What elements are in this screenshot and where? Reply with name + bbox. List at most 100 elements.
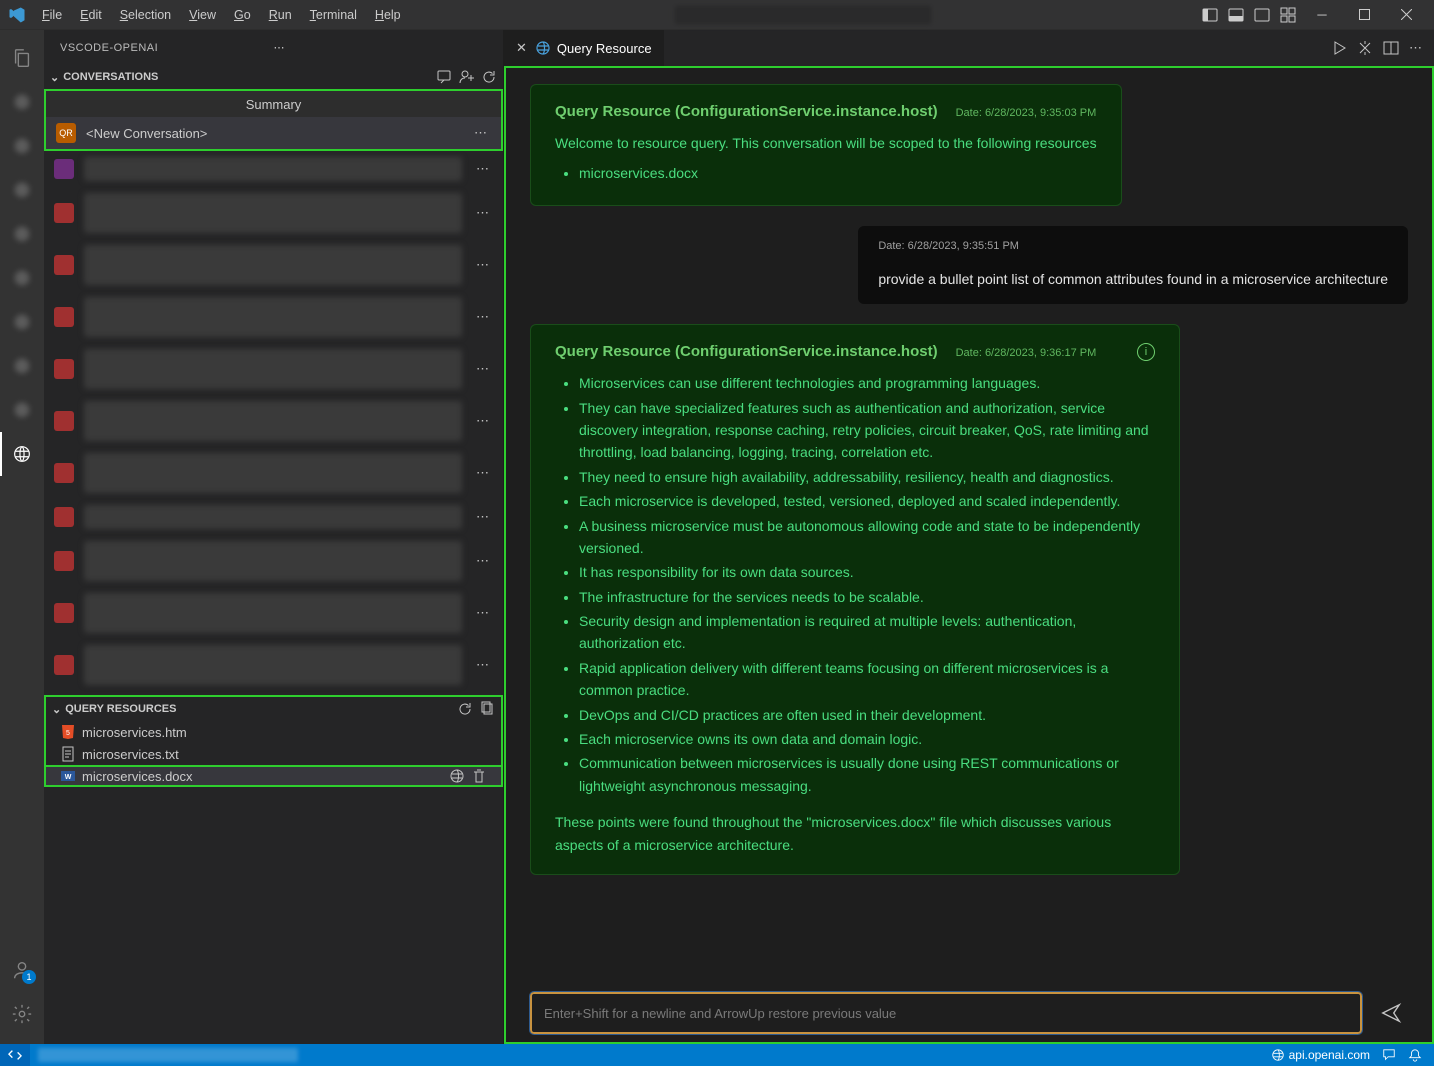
activity-openai[interactable]: [0, 432, 44, 476]
chat-panel: Query Resource (ConfigurationService.ins…: [504, 66, 1434, 1044]
split-editor-icon[interactable]: [1383, 40, 1399, 56]
sidebar-title: VSCODE-OPENAI: [60, 42, 274, 54]
conversation-more-button[interactable]: ⋯: [472, 361, 493, 377]
window-minimize-button[interactable]: ─: [1302, 0, 1342, 30]
command-center[interactable]: [673, 4, 933, 26]
menu-help[interactable]: Help: [367, 4, 409, 26]
conversation-item[interactable]: ⋯: [44, 343, 503, 395]
new-persona-icon[interactable]: [459, 69, 475, 85]
window-maximize-button[interactable]: [1344, 0, 1384, 30]
message-user: Date: 6/28/2023, 9:35:51 PM provide a bu…: [858, 226, 1408, 304]
menu-view[interactable]: View: [181, 4, 224, 26]
menu-selection[interactable]: Selection: [112, 4, 179, 26]
section-resources-header[interactable]: ⌄ QUERY RESOURCES: [46, 697, 501, 721]
activity-blurred-7[interactable]: [0, 344, 44, 388]
menu-edit[interactable]: Edit: [72, 4, 110, 26]
activity-accounts[interactable]: 1: [0, 948, 44, 992]
conversation-more-button[interactable]: ⋯: [472, 509, 493, 525]
send-button[interactable]: [1374, 996, 1408, 1030]
refresh-icon[interactable]: [457, 701, 473, 717]
accounts-badge: 1: [22, 970, 36, 984]
activity-blurred-2[interactable]: [0, 124, 44, 168]
chevron-down-icon: ⌄: [52, 703, 61, 716]
layout-panel-icon[interactable]: [1226, 5, 1246, 25]
conversation-new[interactable]: QR <New Conversation> ⋯: [46, 117, 501, 149]
openai-action-icon[interactable]: [449, 768, 465, 784]
openai-tab-icon: [535, 40, 551, 56]
conversation-item[interactable]: ⋯: [44, 587, 503, 639]
menu-go[interactable]: Go: [226, 4, 259, 26]
activity-blurred-6[interactable]: [0, 300, 44, 344]
activity-settings[interactable]: [0, 992, 44, 1036]
menu-file[interactable]: FFileile: [34, 4, 70, 26]
conversation-item[interactable]: ⋯: [44, 291, 503, 343]
layout-sidebar-right-icon[interactable]: [1252, 5, 1272, 25]
activity-bar: 1: [0, 30, 44, 1044]
resource-item-docx[interactable]: W microservices.docx: [44, 765, 503, 787]
activity-blurred-1[interactable]: [0, 80, 44, 124]
refresh-icon[interactable]: [481, 69, 497, 85]
conversation-item[interactable]: ⋯: [44, 535, 503, 587]
tab-query-resource[interactable]: ✕ Query Resource: [504, 30, 665, 66]
conversation-more-button[interactable]: ⋯: [470, 125, 491, 141]
vscode-logo-icon: [8, 6, 26, 24]
debug-icon[interactable]: [1357, 40, 1373, 56]
conversation-item[interactable]: ⋯: [44, 395, 503, 447]
message-date: Date: 6/28/2023, 9:35:51 PM: [878, 240, 1388, 252]
tab-close-icon[interactable]: ✕: [516, 40, 527, 56]
titlebar: FFileile Edit Selection View Go Run Term…: [0, 0, 1434, 30]
tab-bar: ✕ Query Resource ⋯: [504, 30, 1434, 66]
conversation-item[interactable]: ⋯: [44, 639, 503, 691]
conversation-avatar: QR: [56, 123, 76, 143]
window-close-button[interactable]: [1386, 0, 1426, 30]
resource-item-txt[interactable]: microservices.txt: [46, 743, 501, 765]
message-title: Query Resource (ConfigurationService.ins…: [555, 103, 938, 120]
conversation-more-button[interactable]: ⋯: [472, 657, 493, 673]
activity-blurred-3[interactable]: [0, 168, 44, 212]
new-file-icon[interactable]: [479, 701, 495, 717]
message-assistant: i Query Resource (ConfigurationService.i…: [530, 324, 1180, 875]
chat-input[interactable]: [530, 992, 1362, 1034]
new-comment-icon[interactable]: [437, 69, 453, 85]
word-file-icon: W: [60, 768, 76, 784]
conversation-item[interactable]: ⋯: [44, 239, 503, 291]
conversation-more-button[interactable]: ⋯: [472, 161, 493, 177]
status-api[interactable]: api.openai.com: [1271, 1048, 1370, 1062]
conversation-more-button[interactable]: ⋯: [472, 605, 493, 621]
delete-icon[interactable]: [471, 768, 487, 784]
text-file-icon: [60, 746, 76, 762]
summary-label: Summary: [246, 97, 302, 112]
status-bell[interactable]: [1408, 1048, 1422, 1062]
sidebar-more-button[interactable]: ⋯: [274, 41, 488, 54]
conversation-item[interactable]: ⋯: [44, 447, 503, 499]
info-icon[interactable]: i: [1137, 343, 1155, 361]
status-remote-button[interactable]: [0, 1044, 30, 1066]
run-icon[interactable]: [1331, 40, 1347, 56]
svg-text:W: W: [65, 774, 72, 781]
conversation-item[interactable]: ⋯: [44, 187, 503, 239]
resource-item-htm[interactable]: 5 microservices.htm: [46, 721, 501, 743]
conversation-more-button[interactable]: ⋯: [472, 413, 493, 429]
message-title: Query Resource (ConfigurationService.ins…: [555, 343, 938, 360]
conversation-more-button[interactable]: ⋯: [472, 553, 493, 569]
conversation-item[interactable]: ⋯: [44, 151, 503, 187]
conversation-more-button[interactable]: ⋯: [472, 465, 493, 481]
layout-sidebar-left-icon[interactable]: [1200, 5, 1220, 25]
status-feedback[interactable]: [1382, 1048, 1396, 1062]
conversation-more-button[interactable]: ⋯: [472, 257, 493, 273]
conversation-more-button[interactable]: ⋯: [472, 205, 493, 221]
conversation-item[interactable]: ⋯: [44, 499, 503, 535]
conversation-more-button[interactable]: ⋯: [472, 309, 493, 325]
editor-more-icon[interactable]: ⋯: [1409, 40, 1422, 56]
activity-blurred-4[interactable]: [0, 212, 44, 256]
sidebar: VSCODE-OPENAI ⋯ ⌄ CONVERSATIONS Summary …: [44, 30, 504, 1044]
html-file-icon: 5: [60, 724, 76, 740]
activity-blurred-8[interactable]: [0, 388, 44, 432]
activity-blurred-5[interactable]: [0, 256, 44, 300]
menu-run[interactable]: Run: [261, 4, 300, 26]
message-date: Date: 6/28/2023, 9:35:03 PM: [956, 107, 1097, 119]
activity-explorer[interactable]: [0, 36, 44, 80]
section-conversations-header[interactable]: ⌄ CONVERSATIONS: [44, 65, 503, 89]
layout-customize-icon[interactable]: [1278, 5, 1298, 25]
menu-terminal[interactable]: Terminal: [302, 4, 365, 26]
